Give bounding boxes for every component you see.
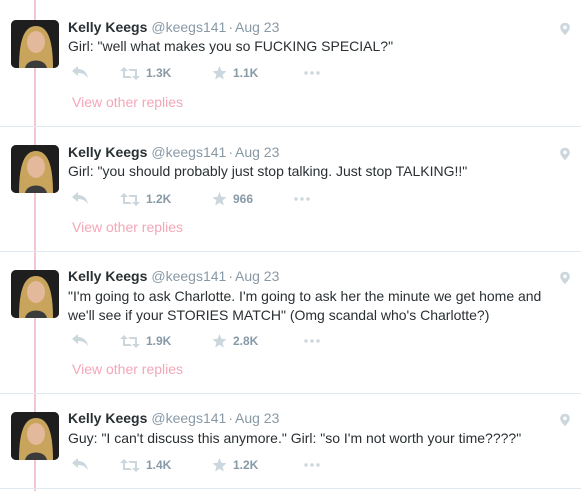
avatar[interactable] [11, 145, 59, 193]
tweet-text: Girl: "well what makes you so FUCKING SP… [68, 38, 394, 54]
tweet-divider [0, 126, 581, 127]
favorite-button[interactable]: 1.1K [212, 66, 258, 80]
more-button[interactable] [304, 339, 320, 343]
favorite-count: 2.8K [233, 334, 259, 348]
retweet-button[interactable]: 1.3K [120, 66, 171, 80]
tweet-actions: 1.2K 966 [68, 192, 368, 208]
retweet-icon [120, 458, 140, 472]
view-other-replies-link[interactable]: View other replies [72, 361, 183, 377]
avatar[interactable] [11, 270, 59, 318]
author-name[interactable]: Kelly Keegs [68, 268, 147, 284]
tweet-divider [0, 488, 581, 489]
more-button[interactable] [304, 463, 320, 467]
more-icon [304, 71, 320, 75]
star-icon [212, 334, 227, 348]
location-pin-icon[interactable] [559, 271, 571, 285]
star-icon [212, 66, 227, 80]
author-handle[interactable]: @keegs141 [151, 144, 226, 160]
more-button[interactable] [294, 197, 310, 201]
tweet-timestamp[interactable]: Aug 23 [235, 19, 279, 35]
tweet-actions: 1.9K 2.8K [68, 334, 368, 350]
tweet-timestamp[interactable]: Aug 23 [235, 144, 279, 160]
tweet-text-line: "I'm going to ask Charlotte. I'm going t… [68, 288, 542, 304]
retweet-icon [120, 66, 140, 80]
tweet-text: Girl: "you should probably just stop tal… [68, 163, 468, 179]
separator-dot: · [228, 410, 233, 426]
separator-dot: · [228, 268, 233, 284]
reply-icon [72, 66, 88, 78]
location-pin-icon[interactable] [559, 147, 571, 161]
author-handle[interactable]: @keegs141 [151, 268, 226, 284]
retweet-icon [120, 192, 140, 206]
tweet-divider [0, 393, 581, 394]
tweet-actions: 1.3K 1.1K [68, 66, 368, 82]
view-other-replies-link[interactable]: View other replies [72, 94, 183, 110]
author-handle[interactable]: @keegs141 [151, 19, 226, 35]
avatar[interactable] [11, 20, 59, 68]
separator-dot: · [228, 19, 233, 35]
star-icon [212, 192, 227, 206]
reply-icon [72, 192, 88, 204]
tweet-header: Kelly Keegs @keegs141 · Aug 23 [68, 19, 279, 35]
tweet-text-line: we'll see if your STORIES MATCH" (Omg sc… [68, 307, 490, 323]
more-icon [294, 197, 310, 201]
favorite-button[interactable]: 966 [212, 192, 253, 206]
tweet-timestamp[interactable]: Aug 23 [235, 268, 279, 284]
author-handle[interactable]: @keegs141 [151, 410, 226, 426]
location-pin-icon[interactable] [559, 22, 571, 36]
tweet-actions: 1.4K 1.2K [68, 458, 368, 474]
tweet-timestamp[interactable]: Aug 23 [235, 410, 279, 426]
reply-button[interactable] [72, 458, 88, 470]
favorite-count: 1.1K [233, 66, 259, 80]
retweet-count: 1.9K [146, 334, 172, 348]
more-icon [304, 339, 320, 343]
favorite-button[interactable]: 1.2K [212, 458, 258, 472]
tweet-text: "I'm going to ask Charlotte. I'm going t… [68, 287, 558, 325]
reply-button[interactable] [72, 66, 88, 78]
tweet-header: Kelly Keegs @keegs141 · Aug 23 [68, 144, 279, 160]
view-other-replies-link[interactable]: View other replies [72, 219, 183, 235]
favorite-count: 1.2K [233, 458, 259, 472]
tweet-header: Kelly Keegs @keegs141 · Aug 23 [68, 410, 279, 426]
author-name[interactable]: Kelly Keegs [68, 19, 147, 35]
reply-icon [72, 334, 88, 346]
retweet-button[interactable]: 1.2K [120, 192, 171, 206]
retweet-count: 1.2K [146, 192, 172, 206]
retweet-count: 1.3K [146, 66, 172, 80]
reply-button[interactable] [72, 192, 88, 204]
tweet-header: Kelly Keegs @keegs141 · Aug 23 [68, 268, 279, 284]
star-icon [212, 458, 227, 472]
favorite-button[interactable]: 2.8K [212, 334, 258, 348]
retweet-button[interactable]: 1.9K [120, 334, 171, 348]
location-pin-icon[interactable] [559, 413, 571, 427]
author-name[interactable]: Kelly Keegs [68, 144, 147, 160]
tweet-divider [0, 251, 581, 252]
retweet-count: 1.4K [146, 458, 172, 472]
reply-button[interactable] [72, 334, 88, 346]
retweet-icon [120, 334, 140, 348]
tweet-text: Guy: "I can't discuss this anymore." Gir… [68, 430, 522, 446]
more-button[interactable] [304, 71, 320, 75]
reply-icon [72, 458, 88, 470]
more-icon [304, 463, 320, 467]
retweet-button[interactable]: 1.4K [120, 458, 171, 472]
favorite-count: 966 [233, 192, 254, 206]
author-name[interactable]: Kelly Keegs [68, 410, 147, 426]
separator-dot: · [228, 144, 233, 160]
avatar[interactable] [11, 412, 59, 460]
